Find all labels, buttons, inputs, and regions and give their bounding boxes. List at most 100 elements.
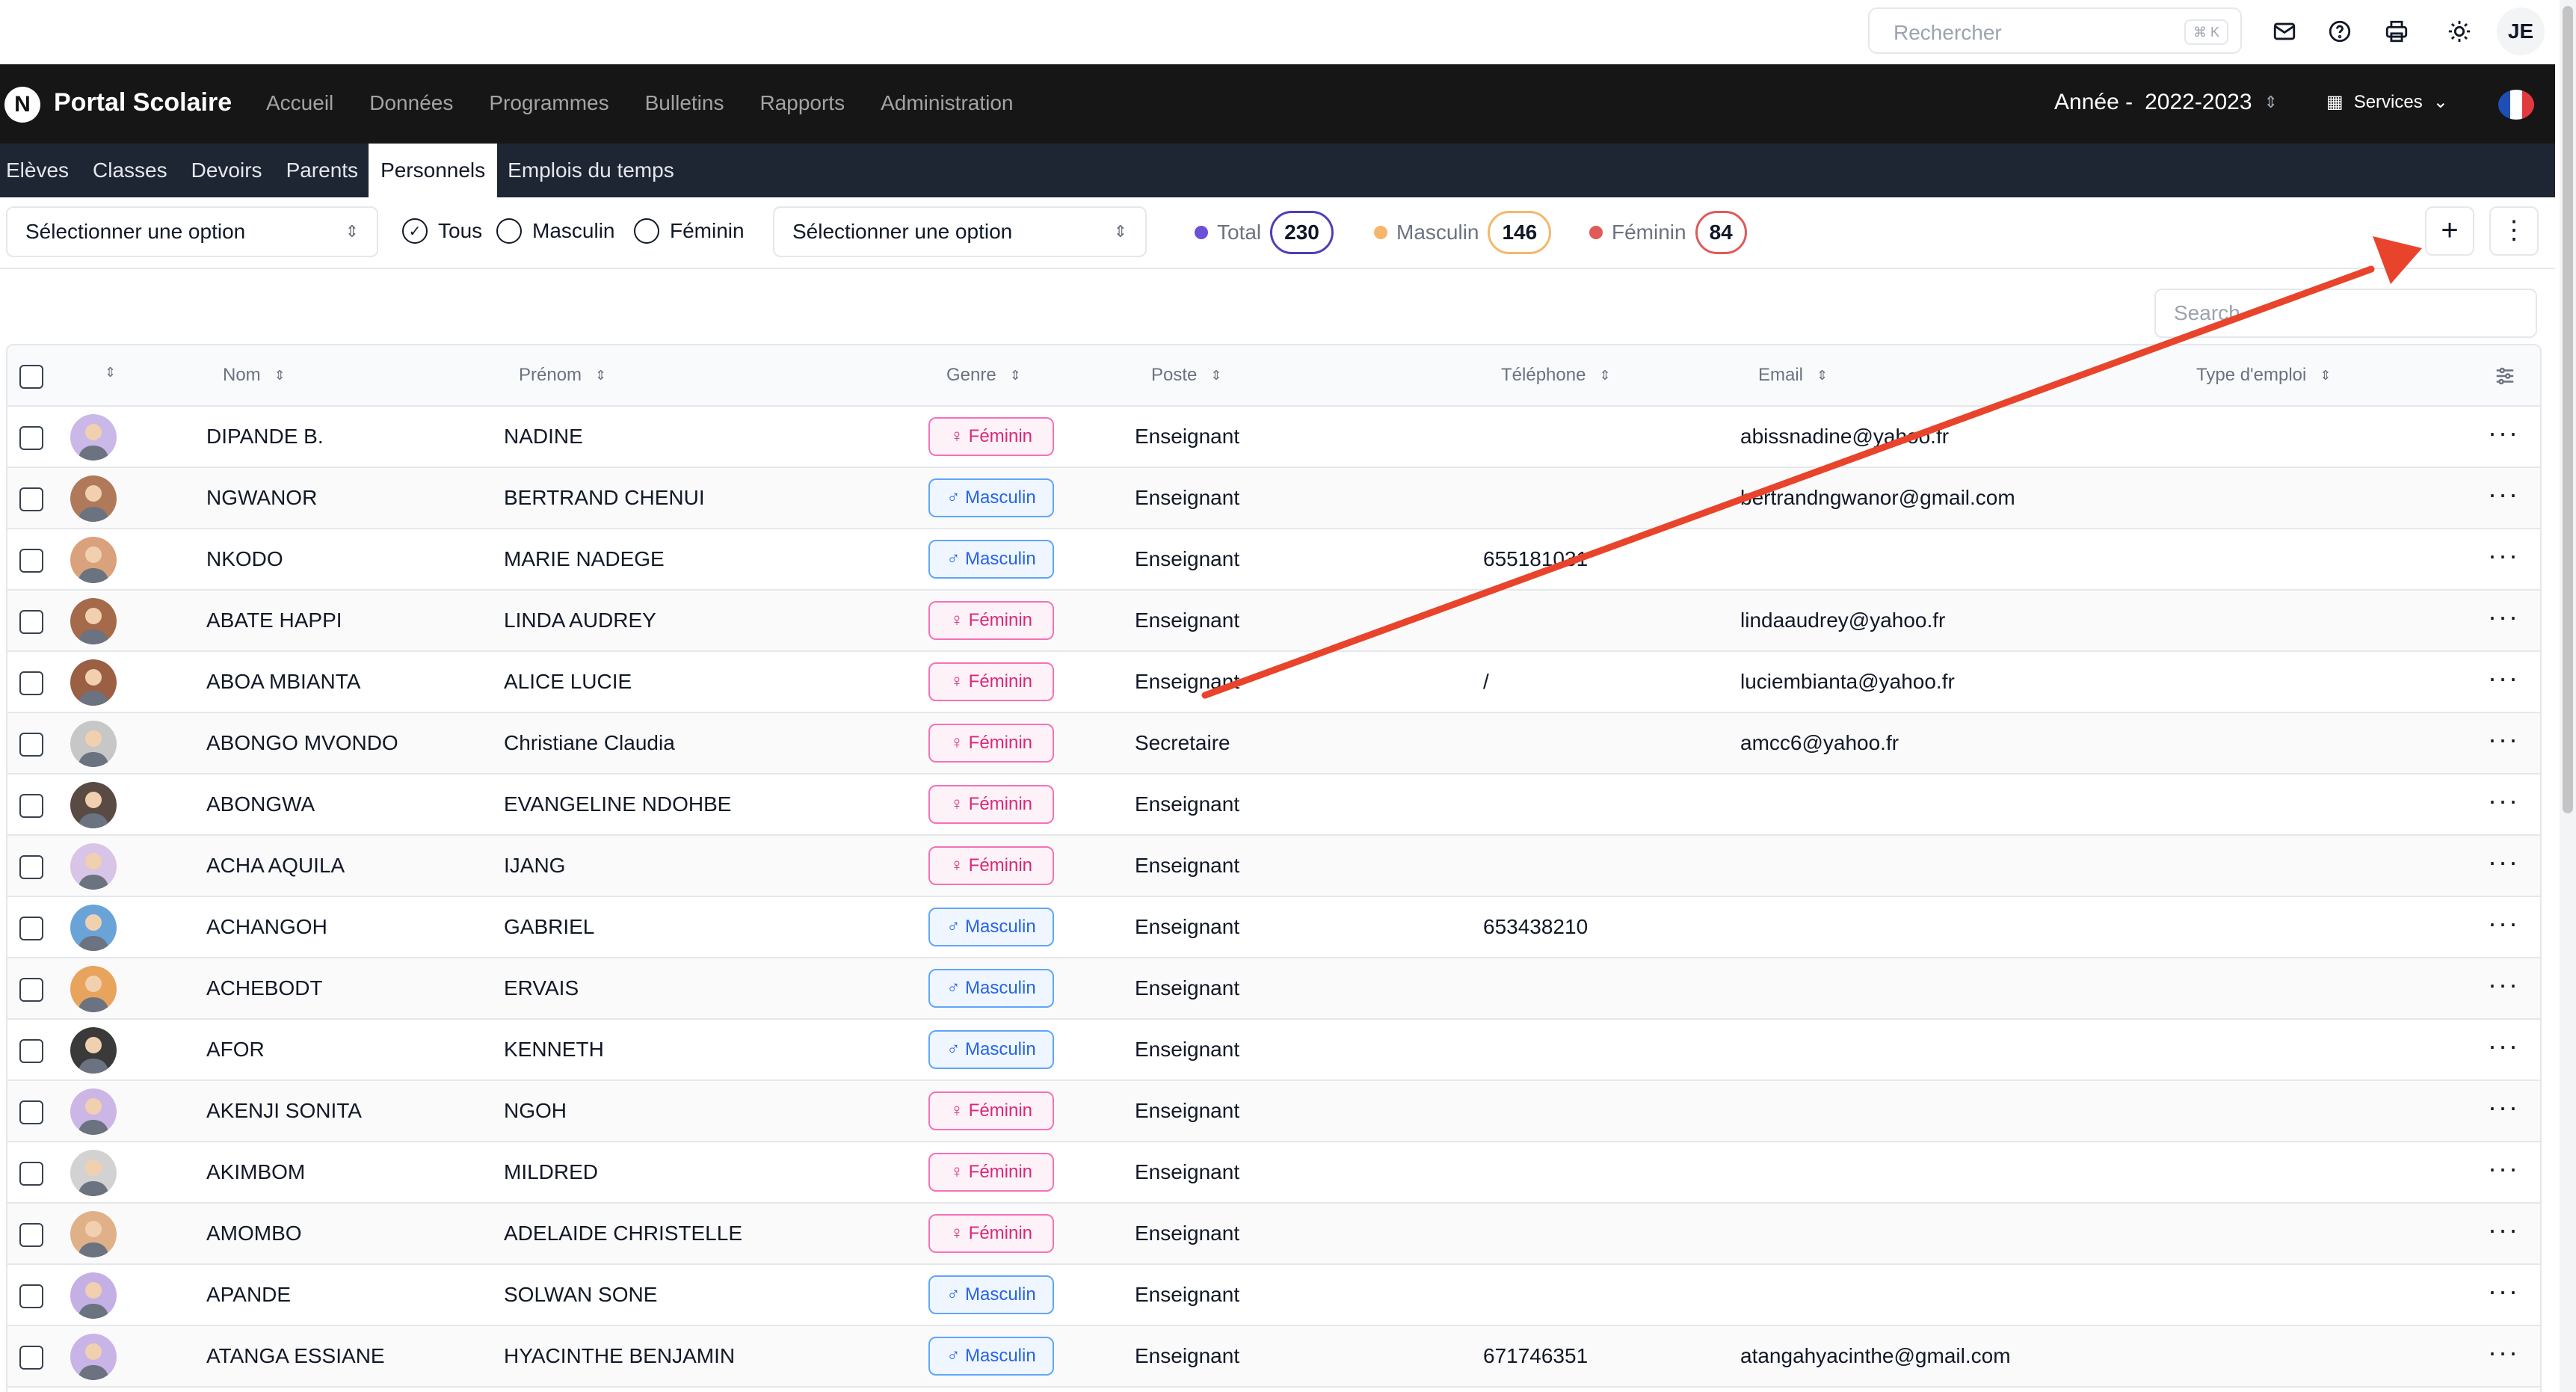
- table-row[interactable]: ACHA AQUILA IJANG ♀ Féminin Enseignant ·…: [7, 836, 2540, 897]
- row-actions-button[interactable]: ···: [2488, 601, 2519, 632]
- row-actions-button[interactable]: ···: [2488, 724, 2519, 755]
- year-label: Année -: [2054, 90, 2133, 114]
- nav-link-programmes[interactable]: Programmes: [489, 91, 608, 115]
- row-checkbox[interactable]: [19, 610, 43, 634]
- table-row[interactable]: ACHANGOH GABRIEL ♂ Masculin Enseignant 6…: [7, 897, 2540, 958]
- stat-masculin-label: Masculin: [1396, 221, 1479, 244]
- top-utility-bar: Rechercher ⌘ K JE: [0, 0, 2555, 64]
- row-actions-button[interactable]: ···: [2488, 1030, 2519, 1062]
- row-checkbox[interactable]: [19, 1223, 43, 1247]
- row-checkbox[interactable]: [19, 1100, 43, 1124]
- add-button[interactable]: +: [2425, 206, 2474, 256]
- subnav-item-emplois-du-temps[interactable]: Emplois du temps: [502, 144, 680, 197]
- row-actions-button[interactable]: ···: [2488, 1275, 2519, 1307]
- radio-masculin[interactable]: Masculin: [496, 218, 614, 244]
- gender-badge: ♀ Féminin: [928, 846, 1054, 885]
- row-checkbox[interactable]: [19, 1346, 43, 1370]
- mail-icon[interactable]: [2270, 16, 2299, 46]
- year-selector[interactable]: Année - 2022-2023 ⇕: [2054, 90, 2278, 115]
- cell-poste: Enseignant: [1135, 1160, 1240, 1183]
- table-row[interactable]: ABONGWA EVANGELINE NDOHBE ♀ Féminin Ense…: [7, 774, 2540, 836]
- header-telephone[interactable]: Téléphone ⇕: [1501, 365, 1611, 386]
- row-actions-button[interactable]: ···: [2488, 969, 2519, 1000]
- row-checkbox[interactable]: [19, 917, 43, 940]
- select-all-checkbox[interactable]: [19, 365, 43, 389]
- row-checkbox[interactable]: [19, 794, 43, 818]
- row-actions-button[interactable]: ···: [2488, 785, 2519, 816]
- table-row[interactable]: AMOMBO ADELAIDE CHRISTELLE ♀ Féminin Ens…: [7, 1204, 2540, 1265]
- cell-nom: AKENJI SONITA: [206, 1099, 362, 1122]
- more-options-button[interactable]: ⋮: [2489, 206, 2539, 256]
- table-row[interactable]: ACHEBODT ERVAIS ♂ Masculin Enseignant ··…: [7, 958, 2540, 1020]
- table-row[interactable]: ABONGO MVONDO Christiane Claudia ♀ Fémin…: [7, 713, 2540, 774]
- header-genre[interactable]: Genre ⇕: [946, 365, 1021, 386]
- printer-icon[interactable]: [2382, 16, 2412, 46]
- table-row[interactable]: AKIMBOM MILDRED ♀ Féminin Enseignant ···: [7, 1142, 2540, 1204]
- option-select-2[interactable]: Sélectionner une option ⇕: [773, 206, 1147, 257]
- nav-link-administration[interactable]: Administration: [881, 91, 1013, 115]
- option-select-1[interactable]: Sélectionner une option ⇕: [6, 206, 378, 257]
- page-scrollbar[interactable]: [2560, 0, 2576, 1392]
- services-menu[interactable]: ▦ Services ⌄: [2326, 91, 2448, 113]
- header-poste[interactable]: Poste ⇕: [1151, 365, 1221, 386]
- row-checkbox[interactable]: [19, 549, 43, 573]
- row-actions-button[interactable]: ···: [2488, 478, 2519, 510]
- header-nom[interactable]: Nom ⇕: [223, 365, 286, 386]
- row-checkbox[interactable]: [19, 1162, 43, 1186]
- nav-link-accueil[interactable]: Accueil: [266, 91, 333, 115]
- table-row[interactable]: DIPANDE B. NADINE ♀ Féminin Enseignant a…: [7, 407, 2540, 468]
- table-row[interactable]: NGWANOR BERTRAND CHENUI ♂ Masculin Ensei…: [7, 468, 2540, 529]
- header-email[interactable]: Email ⇕: [1758, 365, 1828, 386]
- row-actions-button[interactable]: ···: [2488, 908, 2519, 939]
- column-settings-icon[interactable]: [2494, 365, 2516, 387]
- nav-link-rapports[interactable]: Rapports: [759, 91, 845, 115]
- row-checkbox[interactable]: [19, 978, 43, 1002]
- header-type-emploi[interactable]: Type d'emploi ⇕: [2196, 365, 2331, 386]
- row-actions-button[interactable]: ···: [2488, 417, 2519, 449]
- stat-total: Total 230: [1195, 211, 1334, 254]
- row-actions-button[interactable]: ···: [2488, 662, 2519, 694]
- row-checkbox[interactable]: [19, 671, 43, 695]
- scrollbar-thumb[interactable]: [2563, 6, 2573, 813]
- row-actions-button[interactable]: ···: [2488, 1091, 2519, 1123]
- user-avatar[interactable]: JE: [2497, 7, 2545, 55]
- nav-link-donnees[interactable]: Données: [369, 91, 453, 115]
- row-actions-button[interactable]: ···: [2488, 540, 2519, 571]
- help-icon[interactable]: [2325, 16, 2355, 46]
- table-row[interactable]: ABATE HAPPI LINDA AUDREY ♀ Féminin Ensei…: [7, 591, 2540, 652]
- row-actions-button[interactable]: ···: [2488, 1214, 2519, 1245]
- gender-badge: ♀ Féminin: [928, 1091, 1054, 1130]
- row-actions-button[interactable]: ···: [2488, 1337, 2519, 1368]
- subnav-item-devoirs[interactable]: Devoirs: [185, 144, 268, 197]
- subnav-item-classes[interactable]: Classes: [87, 144, 173, 197]
- table-search-input[interactable]: Search: [2154, 289, 2537, 338]
- radio-feminin[interactable]: Féminin: [634, 218, 745, 244]
- header-prenom[interactable]: Prénom ⇕: [519, 365, 606, 386]
- gender-badge-label: Masculin: [964, 1346, 1036, 1366]
- sun-icon[interactable]: [2444, 16, 2474, 46]
- row-checkbox[interactable]: [19, 426, 43, 450]
- table-row[interactable]: APANDE SOLWAN SONE ♂ Masculin Enseignant…: [7, 1265, 2540, 1326]
- row-checkbox[interactable]: [19, 733, 43, 757]
- table-row[interactable]: NKODO MARIE NADEGE ♂ Masculin Enseignant…: [7, 529, 2540, 591]
- table-row[interactable]: AKENJI SONITA NGOH ♀ Féminin Enseignant …: [7, 1081, 2540, 1142]
- subnav-item-parents[interactable]: Parents: [280, 144, 365, 197]
- subnav-item-personnels[interactable]: Personnels: [369, 144, 498, 197]
- row-checkbox[interactable]: [19, 487, 43, 511]
- table-row[interactable]: ATANGA ESSIANE HYACINTHE BENJAMIN ♂ Masc…: [7, 1326, 2540, 1388]
- brand-name[interactable]: Portal Scolaire: [54, 88, 232, 117]
- row-checkbox[interactable]: [19, 855, 43, 879]
- table-row[interactable]: ABOA MBIANTA ALICE LUCIE ♀ Féminin Ensei…: [7, 652, 2540, 713]
- row-checkbox[interactable]: [19, 1039, 43, 1063]
- french-flag-icon[interactable]: [2498, 90, 2534, 120]
- row-checkbox[interactable]: [19, 1284, 43, 1308]
- row-actions-button[interactable]: ···: [2488, 846, 2519, 878]
- table-row[interactable]: AFOR KENNETH ♂ Masculin Enseignant ···: [7, 1020, 2540, 1081]
- nav-link-bulletins[interactable]: Bulletins: [645, 91, 724, 115]
- subnav-item-eleves[interactable]: Elèves: [0, 144, 75, 197]
- radio-tous[interactable]: ✓ Tous: [402, 218, 482, 244]
- logo-icon[interactable]: N: [4, 87, 40, 123]
- row-actions-button[interactable]: ···: [2488, 1153, 2519, 1184]
- sort-updown-icon[interactable]: ⇕: [105, 365, 116, 381]
- global-search-input[interactable]: Rechercher ⌘ K: [1868, 7, 2242, 54]
